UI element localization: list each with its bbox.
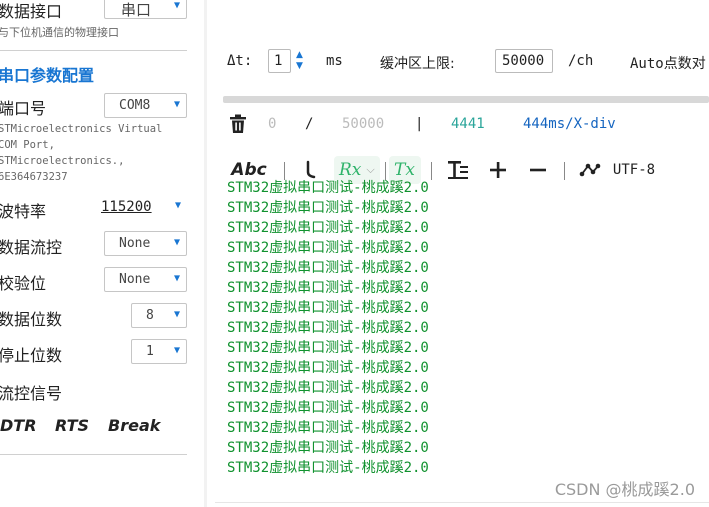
serial-config-title: 串口参数配置: [0, 66, 95, 85]
port-value: COM8: [119, 98, 151, 113]
arrow-down-icon[interactable]: ▼: [296, 61, 303, 71]
chevron-down-icon: ▼: [174, 200, 181, 211]
chevron-down-icon: ▼: [173, 237, 180, 248]
log-line: STM32虚拟串口测试-桃成蹊2.0: [227, 420, 429, 436]
x-div-label: 444ms/X-div: [523, 116, 616, 132]
break-toggle[interactable]: Break: [108, 416, 160, 435]
separator-bar: |: [415, 116, 424, 132]
parity-label: 校验位: [0, 274, 47, 293]
flow-control-label: 数据流控: [0, 238, 63, 257]
data-bits-value: 8: [146, 308, 154, 323]
log-line: STM32虚拟串口测试-桃成蹊2.0: [227, 320, 429, 336]
settings-panel: 数据接口 串口 ▼ 与下位机通信的物理接口 串口参数配置 端口号 COM8 ▼ …: [0, 0, 200, 507]
log-line: STM32虚拟串口测试-桃成蹊2.0: [227, 280, 429, 296]
dt-label: Δt:: [227, 53, 253, 69]
chevron-down-icon: ▼: [173, 99, 180, 110]
interface-hint: 与下位机通信的物理接口: [0, 26, 119, 39]
toolbar-overlay: [223, 152, 709, 178]
parity-select[interactable]: None ▼: [104, 267, 187, 292]
separator-slash: /: [305, 116, 314, 132]
buffer-input[interactable]: 50000: [495, 49, 553, 73]
param-row: Δt: 1 ▲ ▼ ms 缓冲区上限: 50000 /ch Auto点数对: [207, 38, 709, 88]
dt-input[interactable]: 1: [268, 49, 291, 73]
log-line: STM32虚拟串口测试-桃成蹊2.0: [227, 300, 429, 316]
chevron-down-icon: ▼: [173, 345, 180, 356]
divider: [0, 454, 187, 455]
log-line: STM32虚拟串口测试-桃成蹊2.0: [227, 380, 429, 396]
log-line: STM32虚拟串口测试-桃成蹊2.0: [227, 260, 429, 276]
baud-select[interactable]: 115200 ▼: [87, 195, 187, 220]
dt-spinner[interactable]: ▲ ▼: [293, 49, 310, 73]
port-description: STMicroelectronics Virtual COM Port, STM…: [0, 123, 163, 183]
dt-unit: ms: [326, 53, 343, 69]
divider: [215, 502, 709, 503]
stop-bits-select[interactable]: 1 ▼: [131, 339, 187, 364]
flow-control-value: None: [119, 236, 151, 251]
flow-signal-label: 流控信号: [0, 384, 63, 403]
log-line: STM32虚拟串口测试-桃成蹊2.0: [227, 440, 429, 456]
stop-bits-label: 停止位数: [0, 346, 63, 365]
chevron-down-icon: ▼: [173, 309, 180, 320]
status-row: 0 / 50000 | 4441 444ms/X-div: [223, 108, 709, 140]
interface-value: 串口: [121, 1, 152, 19]
log-line: STM32虚拟串口测试-桃成蹊2.0: [227, 400, 429, 416]
dtr-toggle[interactable]: DTR: [0, 416, 37, 435]
horizontal-scrollbar[interactable]: [223, 96, 709, 103]
buffer-label: 缓冲区上限:: [380, 56, 455, 72]
chevron-down-icon: ▼: [173, 273, 180, 284]
log-line: STM32虚拟串口测试-桃成蹊2.0: [227, 460, 429, 476]
watermark: CSDN @桃成蹊2.0: [554, 480, 695, 499]
buffer-unit: /ch: [568, 53, 594, 69]
log-line: STM32虚拟串口测试-桃成蹊2.0: [227, 180, 429, 196]
log-line: STM32虚拟串口测试-桃成蹊2.0: [227, 200, 429, 216]
trash-icon[interactable]: [227, 112, 249, 136]
interface-select[interactable]: 串口 ▼: [104, 0, 187, 19]
max-points: 50000: [342, 116, 385, 132]
data-bits-select[interactable]: 8 ▼: [131, 303, 187, 328]
flow-control-select[interactable]: None ▼: [104, 231, 187, 256]
current-points: 0: [268, 116, 277, 132]
chevron-down-icon: ▼: [173, 0, 180, 11]
log-line: STM32虚拟串口测试-桃成蹊2.0: [227, 240, 429, 256]
auto-points-label: Auto点数对: [630, 56, 706, 72]
receive-log: STM32虚拟串口测试-桃成蹊2.0 STM32虚拟串口测试-桃成蹊2.0 ST…: [227, 178, 697, 478]
divider: [0, 50, 187, 51]
port-select[interactable]: COM8 ▼: [104, 93, 187, 118]
interface-label: 数据接口: [0, 2, 63, 21]
stop-bits-value: 1: [146, 344, 154, 359]
log-line: STM32虚拟串口测试-桃成蹊2.0: [227, 220, 429, 236]
rts-toggle[interactable]: RTS: [55, 416, 89, 435]
arrow-up-icon[interactable]: ▲: [296, 50, 303, 60]
parity-value: None: [119, 272, 151, 287]
top-band: [207, 0, 709, 38]
log-line: STM32虚拟串口测试-桃成蹊2.0: [227, 340, 429, 356]
baud-label: 波特率: [0, 202, 47, 221]
point-count: 4441: [451, 116, 485, 132]
port-label: 端口号: [0, 99, 47, 118]
baud-value: 115200: [101, 199, 152, 215]
log-line: STM32虚拟串口测试-桃成蹊2.0: [227, 360, 429, 376]
data-bits-label: 数据位数: [0, 310, 63, 329]
